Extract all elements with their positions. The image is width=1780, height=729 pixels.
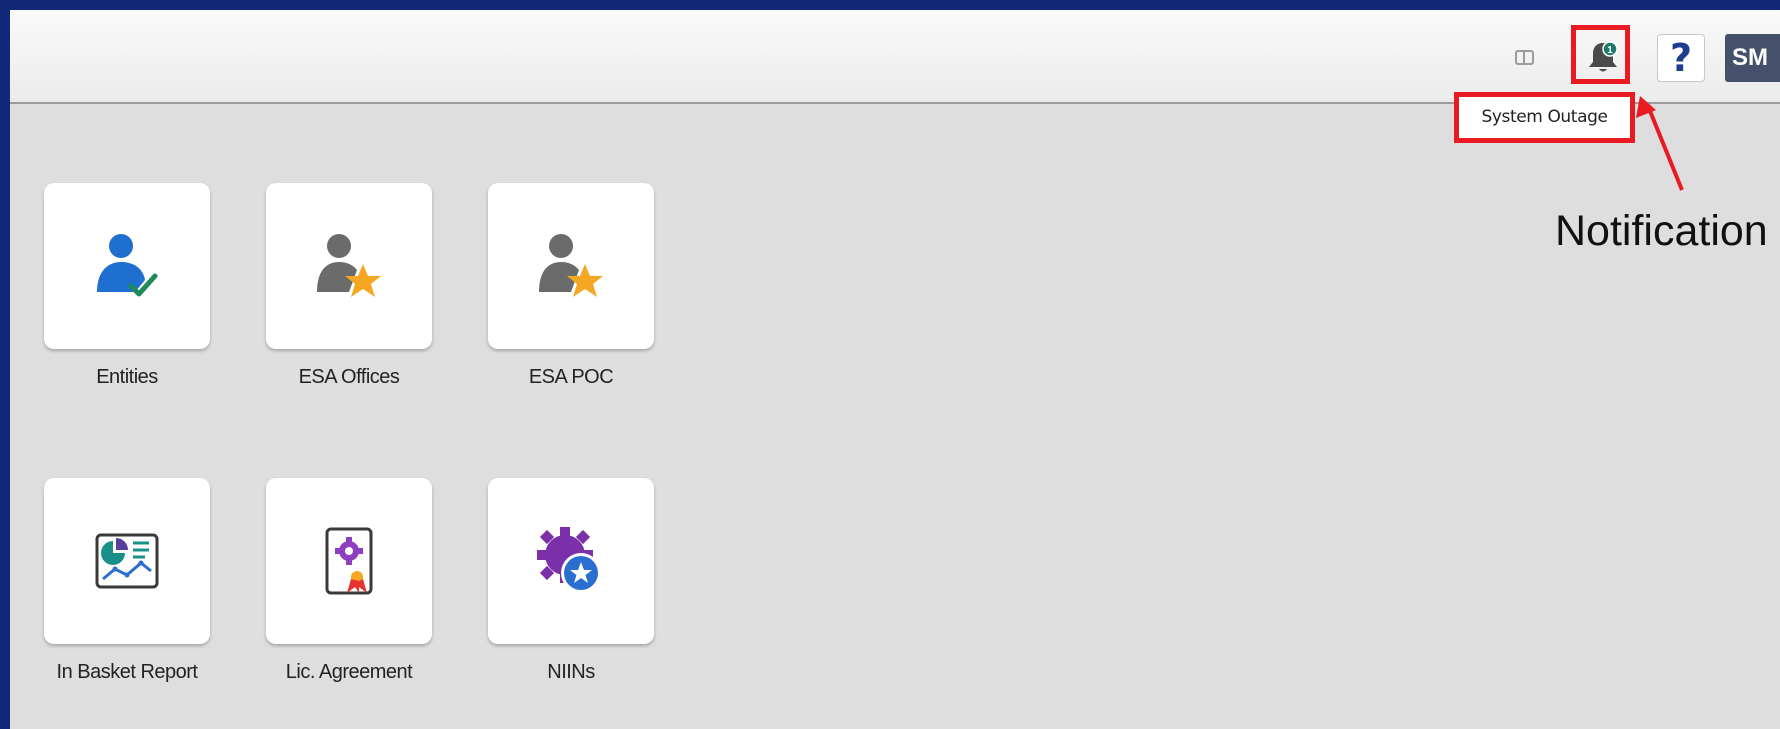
- gear-star-icon: [537, 527, 601, 593]
- user-check-icon: [97, 234, 158, 297]
- tile-entities[interactable]: [44, 183, 210, 349]
- tile-niins[interactable]: [488, 478, 654, 644]
- tile-label-entities: Entities: [96, 366, 158, 388]
- tile-lic-agreement[interactable]: [266, 478, 432, 644]
- tile-label-lic-agreement: Lic. Agreement: [285, 661, 413, 683]
- help-button[interactable]: ?: [1657, 34, 1705, 82]
- user-star-icon: [539, 234, 603, 297]
- split-panel-icon: [1515, 50, 1534, 65]
- tile-esa-offices[interactable]: [266, 183, 432, 349]
- user-avatar-button[interactable]: SM: [1725, 34, 1780, 82]
- top-toolbar: 1 ? SM: [10, 10, 1780, 104]
- notification-highlight-box: [1571, 25, 1630, 84]
- system-outage-tooltip: System Outage: [1454, 92, 1635, 143]
- annotation-arrow-icon: [1636, 96, 1684, 191]
- tile-label-in-basket-report: In Basket Report: [56, 661, 198, 683]
- tile-label-niins: NIINs: [547, 661, 595, 683]
- annotation-label: Notification: [1555, 207, 1768, 255]
- tile-esa-poc[interactable]: [488, 183, 654, 349]
- report-chart-icon: [95, 533, 159, 589]
- tile-in-basket-report[interactable]: [44, 478, 210, 644]
- certificate-icon: [325, 527, 373, 595]
- tile-label-esa-offices: ESA Offices: [298, 366, 400, 388]
- split-panel-button[interactable]: [1501, 34, 1549, 82]
- tile-label-esa-poc: ESA POC: [528, 366, 614, 388]
- user-star-icon: [317, 234, 381, 297]
- app-frame: 1 ? SM System Outage Notification Entiti…: [0, 0, 1780, 729]
